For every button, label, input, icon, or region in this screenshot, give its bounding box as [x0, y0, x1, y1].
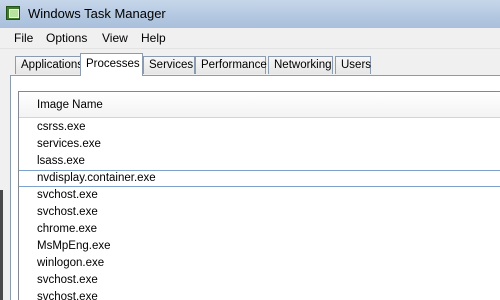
process-row[interactable]: csrss.exe	[19, 119, 500, 136]
menu-bar: File Options View Help	[0, 28, 500, 49]
process-row[interactable]: svchost.exe	[19, 289, 500, 300]
process-row[interactable]: svchost.exe	[19, 204, 500, 221]
window-title: Windows Task Manager	[28, 6, 166, 21]
process-row[interactable]: svchost.exe	[19, 187, 500, 204]
menu-help[interactable]: Help	[139, 31, 168, 45]
menu-options[interactable]: Options	[44, 31, 89, 45]
process-row[interactable]: winlogon.exe	[19, 255, 500, 272]
column-header-image-name[interactable]: Image Name	[19, 92, 500, 118]
process-row[interactable]: MsMpEng.exe	[19, 238, 500, 255]
process-row[interactable]: chrome.exe	[19, 221, 500, 238]
task-manager-icon	[6, 6, 20, 20]
process-rows: csrss.exe services.exe lsass.exe nvdispl…	[19, 119, 500, 300]
window-edge	[0, 190, 3, 300]
tab-applications[interactable]: Applications	[15, 56, 83, 74]
task-manager-window: Windows Task Manager File Options View H…	[0, 0, 500, 300]
tab-users[interactable]: Users	[335, 56, 371, 74]
column-header-label: Image Name	[37, 99, 103, 111]
tab-services[interactable]: Services	[143, 56, 195, 74]
tab-strip: Applications Processes Services Performa…	[0, 50, 500, 76]
menu-file[interactable]: File	[12, 31, 35, 45]
process-row[interactable]: services.exe	[19, 136, 500, 153]
process-row[interactable]: lsass.exe	[19, 153, 500, 170]
menu-view[interactable]: View	[100, 31, 130, 45]
process-list[interactable]: Image Name csrss.exe services.exe lsass.…	[18, 91, 500, 300]
tab-networking[interactable]: Networking	[268, 56, 333, 74]
process-row-focused[interactable]: nvdisplay.container.exe	[19, 170, 500, 187]
process-row[interactable]: svchost.exe	[19, 272, 500, 289]
tab-performance[interactable]: Performance	[195, 56, 267, 74]
title-bar[interactable]: Windows Task Manager	[0, 0, 500, 28]
tab-processes[interactable]: Processes	[80, 53, 143, 76]
